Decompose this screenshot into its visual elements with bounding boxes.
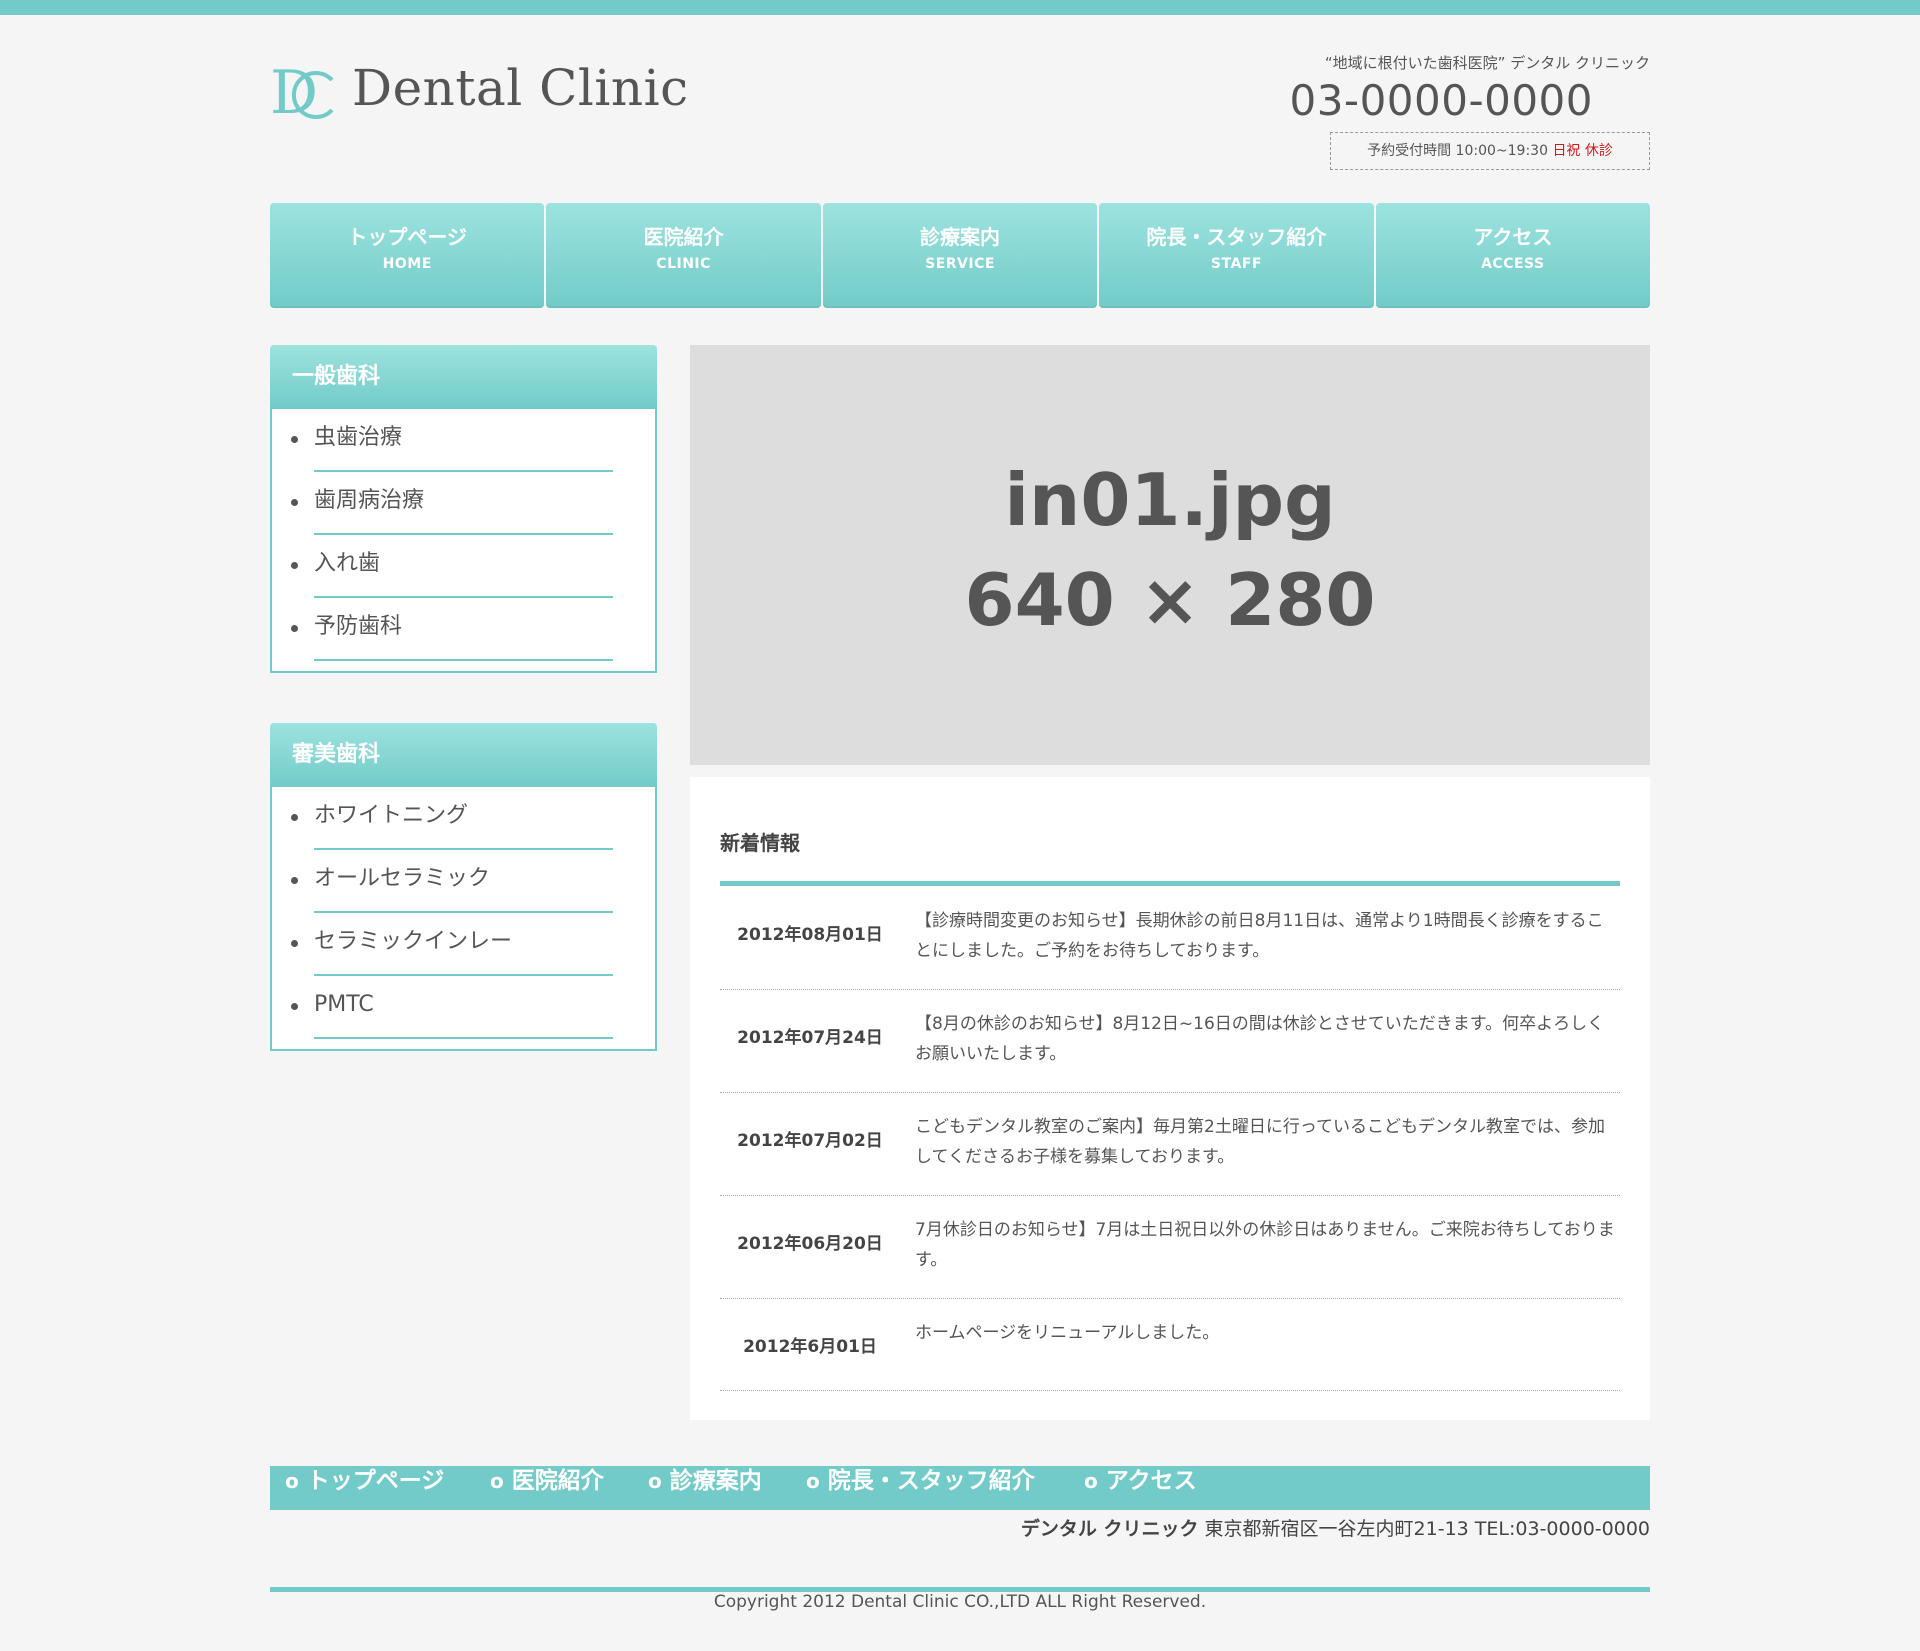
news-item: 2012年07月02日 こどもデンタル教室のご案内】毎月第2土曜日に行っているこ…	[720, 1092, 1620, 1196]
nav-label-jp: 診療案内	[920, 225, 1001, 249]
sidebar-general-dentistry: 一般歯科 虫歯治療 歯周病治療 入れ歯 予防歯科	[270, 345, 657, 673]
news-date: 2012年08月01日	[737, 925, 883, 945]
news-text: 7月休診日のお知らせ】7月は土日祝日以外の休診日はありません。ご来院お待ちしてお…	[915, 1220, 1615, 1270]
nav-label-en: CLINIC	[656, 256, 711, 272]
footer-link-home[interactable]: o トップページ	[285, 1466, 444, 1510]
logo-text: Dental Clinic	[352, 59, 689, 117]
sidebar-cosmetic-dentistry: 審美歯科 ホワイトニング オールセラミック セラミックインレー PMTC	[270, 723, 657, 1051]
sidebar-heading: 一般歯科	[270, 345, 657, 409]
global-nav: トップページ HOME 医院紹介 CLINIC 診療案内 SERVICE 院長・…	[270, 203, 1651, 308]
nav-label-jp: トップページ	[347, 225, 467, 249]
nav-staff[interactable]: 院長・スタッフ紹介 STAFF	[1099, 203, 1374, 308]
hours-label: 予約受付時間 10:00~19:30	[1367, 143, 1548, 159]
footer-link-label: 院長・スタッフ紹介	[827, 1468, 1035, 1494]
tagline: “地域に根付いた歯科医院” デンタル クリニック	[1324, 54, 1650, 72]
footer-link-label: アクセス	[1105, 1468, 1197, 1494]
sidebar-item[interactable]: オールセラミック	[291, 850, 613, 913]
sidebar-item[interactable]: セラミックインレー	[291, 913, 613, 976]
news-text: ホームページをリニューアルしました。	[915, 1323, 1220, 1343]
bullet-icon: o	[490, 1469, 504, 1493]
news-item: 2012年08月01日 【診療時間変更のお知らせ】長期休診の前日8月11日は、通…	[720, 886, 1620, 990]
news-text: 【8月の休診のお知らせ】8月12日~16日の間は休診とさせていただきます。何卒よ…	[915, 1014, 1605, 1064]
nav-label-en: SERVICE	[925, 256, 995, 272]
sidebar-item[interactable]: 歯周病治療	[291, 472, 613, 535]
footer-link-label: 医院紹介	[511, 1468, 604, 1494]
nav-label-jp: 医院紹介	[643, 225, 724, 249]
reservation-hours: 予約受付時間 10:00~19:30 日祝 休診	[1330, 132, 1650, 170]
footer-address-text: 東京都新宿区一谷左内町21-13 TEL:03-0000-0000	[1204, 1518, 1650, 1540]
dc-logo-icon: D	[270, 58, 334, 128]
sidebar-heading: 審美歯科	[270, 723, 657, 787]
footer-link-staff[interactable]: o 院長・スタッフ紹介	[806, 1466, 1035, 1510]
bullet-icon: o	[285, 1469, 299, 1493]
bullet-icon: o	[648, 1469, 662, 1493]
sidebar-item[interactable]: 虫歯治療	[291, 409, 613, 472]
hero-dimensions: 640 × 280	[964, 558, 1376, 642]
sidebar-item[interactable]: 予防歯科	[291, 598, 613, 661]
hero-filename: in01.jpg	[1004, 458, 1336, 542]
news-item: 2012年06月20日 7月休診日のお知らせ】7月は土日祝日以外の休診日はありま…	[720, 1195, 1620, 1299]
copyright: Copyright 2012 Dental Clinic CO.,LTD ALL…	[713, 1592, 1207, 1612]
footer-address: デンタル クリニック 東京都新宿区一谷左内町21-13 TEL:03-0000-…	[1021, 1514, 1650, 1541]
news-item: 2012年6月01日 ホームページをリニューアルしました。	[720, 1298, 1620, 1391]
news-date: 2012年06月20日	[737, 1234, 883, 1254]
nav-label-jp: アクセス	[1473, 225, 1553, 249]
news-date: 2012年07月24日	[737, 1028, 883, 1048]
news-text: 【診療時間変更のお知らせ】長期休診の前日8月11日は、通常より1時間長く診療をす…	[915, 911, 1604, 961]
nav-clinic[interactable]: 医院紹介 CLINIC	[546, 203, 821, 308]
phone-number: 03-0000-0000	[1289, 76, 1593, 125]
footer-link-access[interactable]: o アクセス	[1084, 1466, 1197, 1510]
footer-link-label: トップページ	[306, 1468, 445, 1494]
footer-link-label: 診療案内	[669, 1468, 762, 1494]
nav-label-en: STAFF	[1210, 256, 1262, 272]
news-date: 2012年6月01日	[743, 1337, 877, 1357]
footer-nav: o トップページ o 医院紹介 o 診療案内 o 院長・スタッフ紹介 o アクセス	[270, 1466, 1650, 1510]
news-section: 新着情報 2012年08月01日 【診療時間変更のお知らせ】長期休診の前日8月1…	[690, 777, 1650, 1420]
nav-access[interactable]: アクセス ACCESS	[1375, 203, 1651, 308]
sidebar-item[interactable]: ホワイトニング	[291, 787, 613, 850]
sidebar-item[interactable]: PMTC	[291, 976, 613, 1039]
hero-image-placeholder: in01.jpg 640 × 280	[690, 345, 1650, 765]
footer-link-clinic[interactable]: o 医院紹介	[490, 1466, 604, 1510]
sidebar-item[interactable]: 入れ歯	[291, 535, 613, 598]
footer-clinic-name: デンタル クリニック	[1020, 1518, 1199, 1540]
news-title: 新着情報	[720, 831, 800, 855]
nav-label-jp: 院長・スタッフ紹介	[1146, 225, 1327, 249]
site-logo[interactable]: D Dental Clinic	[270, 58, 690, 128]
nav-label-en: ACCESS	[1481, 256, 1545, 272]
sidebar-list: 虫歯治療 歯周病治療 入れ歯 予防歯科	[272, 409, 655, 671]
nav-home[interactable]: トップページ HOME	[270, 203, 545, 308]
bullet-icon: o	[806, 1469, 820, 1493]
page-wrapper: D Dental Clinic “地域に根付いた歯科医院” デンタル クリニック…	[270, 0, 1651, 1651]
news-date: 2012年07月02日	[737, 1131, 883, 1151]
nav-service[interactable]: 診療案内 SERVICE	[822, 203, 1098, 308]
nav-label-en: HOME	[382, 256, 432, 272]
bullet-icon: o	[1084, 1469, 1098, 1493]
news-item: 2012年07月24日 【8月の休診のお知らせ】8月12日~16日の間は休診とさ…	[720, 989, 1620, 1093]
news-text: こどもデンタル教室のご案内】毎月第2土曜日に行っているこどもデンタル教室では、参…	[915, 1117, 1605, 1167]
sidebar-list: ホワイトニング オールセラミック セラミックインレー PMTC	[272, 787, 655, 1049]
footer-link-service[interactable]: o 診療案内	[648, 1466, 762, 1510]
closed-days: 日祝 休診	[1552, 143, 1613, 159]
